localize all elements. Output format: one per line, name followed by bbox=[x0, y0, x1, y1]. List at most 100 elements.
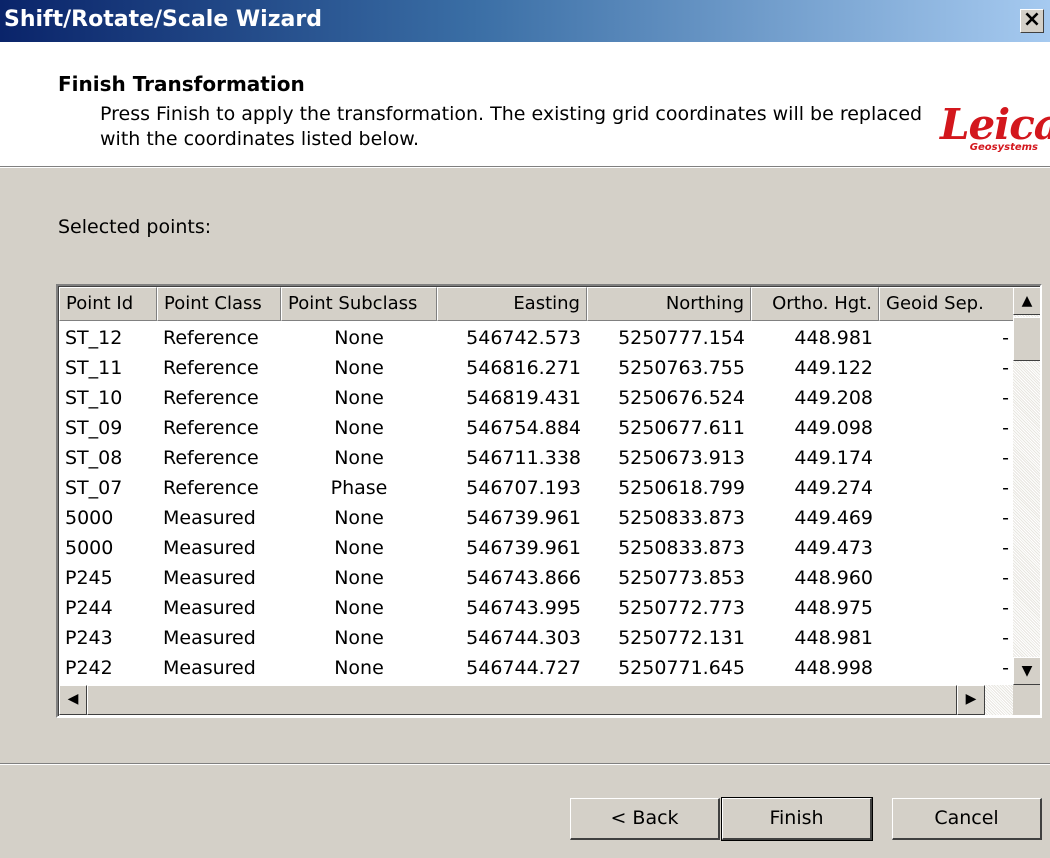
cell-point-id: P244 bbox=[65, 597, 113, 619]
cell-point-class: Measured bbox=[163, 597, 256, 619]
cell-ortho-hgt: 449.098 bbox=[794, 417, 873, 439]
horizontal-scroll-thumb[interactable] bbox=[87, 685, 957, 715]
table-row[interactable]: ST_12 Reference None 546742.573 5250777.154 4… bbox=[59, 323, 1015, 353]
cell-easting: 546744.727 bbox=[466, 657, 581, 679]
table-row[interactable]: P245 Measured None 546743.866 5250773.853 448… bbox=[59, 563, 1015, 593]
table-row[interactable]: P244 Measured None 546743.995 5250772.773 448… bbox=[59, 593, 1015, 623]
scroll-corner bbox=[1013, 685, 1040, 715]
cell-point-id: P245 bbox=[65, 567, 113, 589]
back-button[interactable]: < Back bbox=[570, 798, 720, 840]
table-body: ST_12 Reference None 546742.573 5250777.154 4… bbox=[59, 323, 1015, 713]
finish-button[interactable]: Finish bbox=[721, 797, 873, 841]
cell-easting: 546743.995 bbox=[466, 597, 581, 619]
table-row[interactable]: ST_07 Reference Phase 546707.193 5250618.799… bbox=[59, 473, 1015, 503]
title-bar: Shift/Rotate/Scale Wizard × bbox=[0, 0, 1050, 42]
table-row[interactable]: ST_10 Reference None 546819.431 5250676.524 4… bbox=[59, 383, 1015, 413]
column-header-ortho-hgt[interactable]: Ortho. Hgt. bbox=[751, 287, 879, 321]
table-row[interactable]: P243 Measured None 546744.303 5250772.131 448… bbox=[59, 623, 1015, 653]
cell-geoid-sep: - bbox=[1002, 597, 1009, 619]
cell-point-id: ST_10 bbox=[65, 387, 123, 409]
cell-geoid-sep: - bbox=[1002, 657, 1009, 679]
cell-point-class: Reference bbox=[163, 417, 259, 439]
cell-point-class: Measured bbox=[163, 567, 256, 589]
scroll-left-icon[interactable]: ◀ bbox=[59, 685, 87, 715]
logo-brand: Leica bbox=[940, 100, 1050, 149]
table-header: Point Id Point Class Point Subclass East… bbox=[59, 287, 1015, 321]
cell-geoid-sep: - bbox=[1002, 627, 1009, 649]
column-header-point-id[interactable]: Point Id bbox=[59, 287, 157, 321]
cell-easting: 546816.271 bbox=[466, 357, 581, 379]
cell-easting: 546739.961 bbox=[466, 537, 581, 559]
cell-ortho-hgt: 448.975 bbox=[794, 597, 873, 619]
cell-point-id: P243 bbox=[65, 627, 113, 649]
cell-point-class: Reference bbox=[163, 447, 259, 469]
cell-northing: 5250763.755 bbox=[618, 357, 745, 379]
cell-northing: 5250771.645 bbox=[618, 657, 745, 679]
cell-point-subclass: None bbox=[334, 417, 384, 439]
cell-geoid-sep: - bbox=[1002, 567, 1009, 589]
cell-northing: 5250773.853 bbox=[618, 567, 745, 589]
cell-point-subclass: Phase bbox=[330, 477, 388, 499]
cell-northing: 5250772.773 bbox=[618, 597, 745, 619]
cell-geoid-sep: - bbox=[1002, 477, 1009, 499]
page-subtitle: Press Finish to apply the transformation… bbox=[100, 103, 923, 150]
cell-easting: 546744.303 bbox=[466, 627, 581, 649]
cell-point-class: Measured bbox=[163, 657, 256, 679]
table-row[interactable]: 5000 Measured None 546739.961 5250833.873 449… bbox=[59, 503, 1015, 533]
cell-northing: 5250777.154 bbox=[618, 327, 745, 349]
cell-easting: 546742.573 bbox=[466, 327, 581, 349]
cell-point-id: ST_09 bbox=[65, 417, 123, 439]
cell-ortho-hgt: 449.174 bbox=[794, 447, 873, 469]
cell-ortho-hgt: 449.122 bbox=[794, 357, 873, 379]
cell-point-subclass: None bbox=[334, 357, 384, 379]
table-row[interactable]: ST_08 Reference None 546711.338 5250673.913 4… bbox=[59, 443, 1015, 473]
cell-point-subclass: None bbox=[334, 507, 384, 529]
cell-ortho-hgt: 449.208 bbox=[794, 387, 873, 409]
horizontal-scrollbar[interactable]: ◀ ▶ bbox=[59, 685, 1013, 715]
points-list[interactable]: Point Id Point Class Point Subclass East… bbox=[56, 284, 1042, 718]
cell-ortho-hgt: 449.469 bbox=[794, 507, 873, 529]
table-row[interactable]: P242 Measured None 546744.727 5250771.645 448… bbox=[59, 653, 1015, 683]
cell-point-id: ST_12 bbox=[65, 327, 123, 349]
cell-ortho-hgt: 448.981 bbox=[794, 327, 873, 349]
cell-ortho-hgt: 449.274 bbox=[794, 477, 873, 499]
cell-point-class: Reference bbox=[163, 357, 259, 379]
scroll-up-icon[interactable]: ▲ bbox=[1013, 287, 1040, 315]
column-header-point-subclass[interactable]: Point Subclass bbox=[281, 287, 437, 321]
cell-geoid-sep: - bbox=[1002, 327, 1009, 349]
wizard-header: Finish Transformation Press Finish to ap… bbox=[0, 42, 1050, 166]
cancel-button[interactable]: Cancel bbox=[892, 798, 1042, 840]
table-row[interactable]: 5000 Measured None 546739.961 5250833.873 449… bbox=[59, 533, 1015, 563]
header-divider bbox=[0, 166, 1050, 168]
window-title: Shift/Rotate/Scale Wizard bbox=[4, 7, 322, 32]
cell-point-class: Measured bbox=[163, 627, 256, 649]
cell-point-id: 5000 bbox=[65, 507, 114, 529]
cell-point-class: Measured bbox=[163, 537, 256, 559]
cell-point-subclass: None bbox=[334, 327, 384, 349]
cell-northing: 5250833.873 bbox=[618, 537, 745, 559]
cell-northing: 5250676.524 bbox=[618, 387, 745, 409]
scroll-down-icon[interactable]: ▼ bbox=[1013, 657, 1040, 685]
column-header-geoid-sep[interactable]: Geoid Sep. bbox=[879, 287, 1015, 321]
cell-easting: 546739.961 bbox=[466, 507, 581, 529]
cell-point-subclass: None bbox=[334, 567, 384, 589]
cell-easting: 546711.338 bbox=[466, 447, 581, 469]
table-row[interactable]: ST_09 Reference None 546754.884 5250677.611 4… bbox=[59, 413, 1015, 443]
cell-point-id: 5000 bbox=[65, 537, 114, 559]
vertical-scrollbar[interactable]: ▲ ▼ bbox=[1013, 287, 1040, 688]
cell-point-id: P242 bbox=[65, 657, 113, 679]
cell-geoid-sep: - bbox=[1002, 357, 1009, 379]
cell-point-id: ST_07 bbox=[65, 477, 123, 499]
column-header-point-class[interactable]: Point Class bbox=[157, 287, 281, 321]
cell-point-subclass: None bbox=[334, 447, 384, 469]
cell-point-class: Measured bbox=[163, 507, 256, 529]
cell-point-subclass: None bbox=[334, 657, 384, 679]
cell-point-subclass: None bbox=[334, 627, 384, 649]
close-icon[interactable]: × bbox=[1020, 9, 1044, 33]
scroll-right-icon[interactable]: ▶ bbox=[957, 685, 985, 715]
column-header-northing[interactable]: Northing bbox=[587, 287, 751, 321]
cell-northing: 5250673.913 bbox=[618, 447, 745, 469]
table-row[interactable]: ST_11 Reference None 546816.271 5250763.755 4… bbox=[59, 353, 1015, 383]
column-header-easting[interactable]: Easting bbox=[437, 287, 587, 321]
vertical-scroll-thumb[interactable] bbox=[1013, 317, 1040, 361]
